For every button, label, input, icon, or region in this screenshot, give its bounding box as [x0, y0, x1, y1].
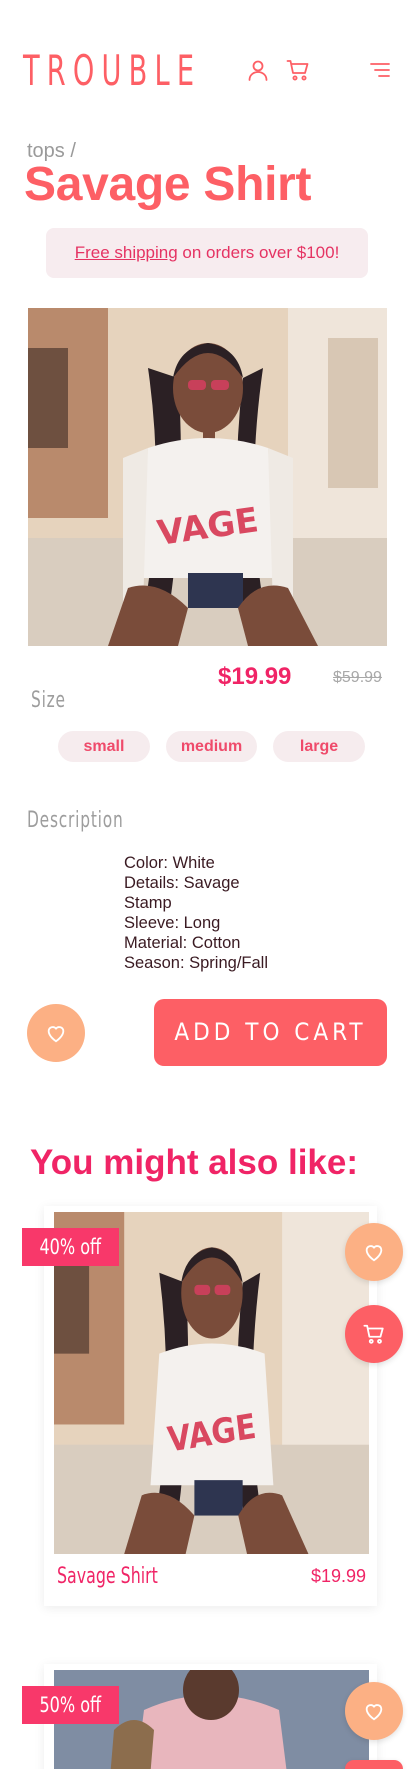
page-title: Savage Shirt	[24, 158, 312, 211]
menu-icon[interactable]	[368, 58, 392, 82]
product-image: VAGE	[28, 308, 387, 646]
shipping-banner: Free shipping on orders over $100!	[46, 228, 368, 278]
size-label: Size	[31, 688, 66, 713]
discount-badge: 50% off	[22, 1686, 119, 1724]
discount-badge: 40% off	[22, 1228, 119, 1266]
brand-logo[interactable]: TROUBLE	[23, 50, 201, 92]
card-price: $19.99	[310, 1566, 366, 1586]
cart-icon	[363, 1324, 384, 1344]
product-photo: VAGE	[28, 308, 387, 646]
description-line: Stamp	[124, 894, 172, 912]
free-shipping-link[interactable]: Free shipping	[75, 243, 178, 262]
description-line: Color: White	[124, 854, 215, 872]
product-price: $19.99	[218, 663, 292, 690]
card-title[interactable]: Savage Shirt	[57, 1564, 158, 1589]
description-line: Details: Savage	[124, 874, 240, 892]
size-option-large[interactable]: large	[273, 731, 365, 762]
original-price: $59.99	[333, 669, 382, 686]
banner-text: on orders over $100!	[177, 243, 340, 262]
card-add-to-cart-button[interactable]	[345, 1305, 403, 1363]
description-line: Season: Spring/Fall	[124, 954, 268, 972]
description-line: Material: Cotton	[124, 934, 241, 952]
product-card[interactable]: VAGE Savage Shirt $19.99	[44, 1206, 377, 1606]
add-to-cart-button[interactable]: ADD TO CART	[154, 999, 387, 1066]
description-text: Color: White Details: Savage Stamp Sleev…	[124, 853, 304, 973]
user-icon[interactable]	[246, 58, 270, 82]
site-header: TROUBLE	[0, 0, 414, 140]
card-wishlist-button[interactable]	[345, 1682, 403, 1740]
cart-icon[interactable]	[286, 58, 310, 82]
wishlist-button[interactable]	[27, 1004, 85, 1062]
heart-icon	[365, 1245, 383, 1262]
heart-icon	[47, 1026, 65, 1043]
description-line: Sleeve: Long	[124, 914, 221, 932]
card-add-to-cart-button[interactable]	[345, 1760, 403, 1769]
badge-text: 40% off	[39, 1235, 102, 1259]
size-option-medium[interactable]: medium	[166, 731, 257, 762]
card-wishlist-button[interactable]	[345, 1223, 403, 1281]
recommendations-heading: You might also like:	[30, 1143, 359, 1182]
heart-icon	[365, 1704, 383, 1721]
size-option-small[interactable]: small	[58, 731, 150, 762]
badge-text: 50% off	[39, 1693, 102, 1717]
description-label: Description	[27, 808, 124, 833]
